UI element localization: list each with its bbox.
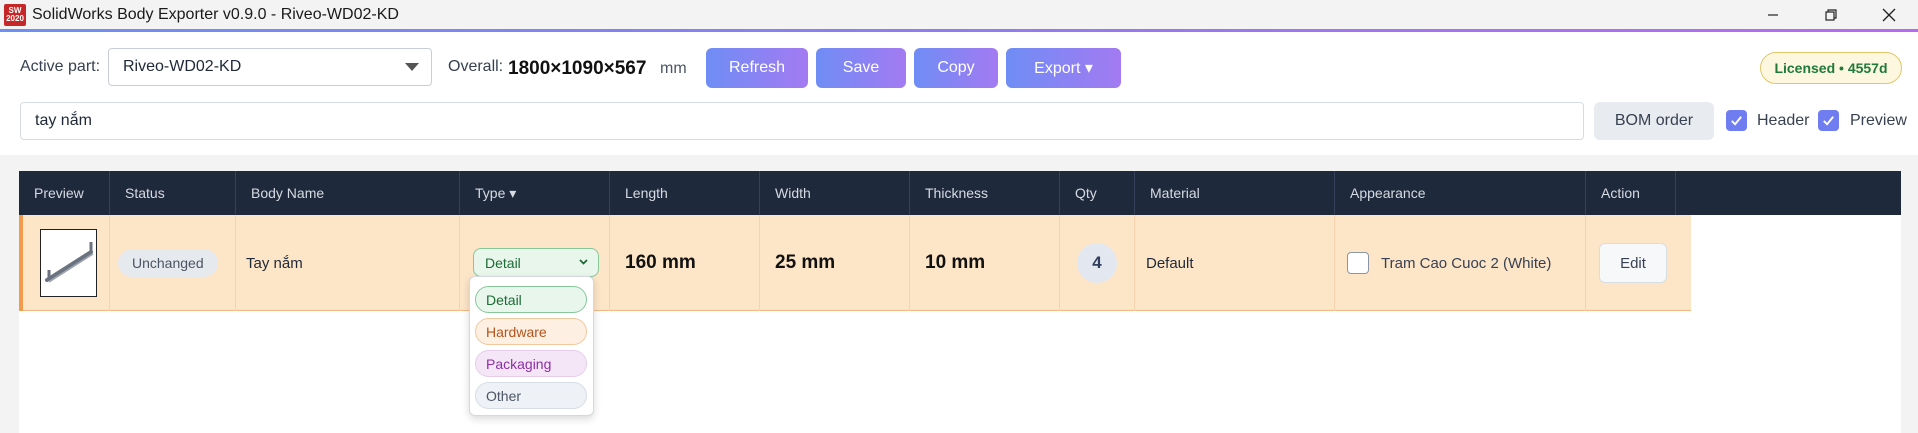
width-cell: 25 mm	[760, 215, 910, 311]
save-button[interactable]: Save	[816, 48, 906, 88]
column-header-type[interactable]: Type ▾	[460, 171, 610, 215]
body-name: Tay nắm	[246, 254, 303, 272]
column-header-qty[interactable]: Qty	[1060, 171, 1135, 215]
window-title: SolidWorks Body Exporter v0.9.0 - Riveo-…	[32, 6, 399, 23]
refresh-button[interactable]: Refresh	[706, 48, 808, 88]
header-checkbox[interactable]	[1726, 110, 1747, 131]
appearance-value: Tram Cao Cuoc 2 (White)	[1381, 254, 1552, 272]
active-part-value: Riveo-WD02-KD	[123, 58, 242, 75]
table-header: Preview Status Body Name Type ▾ Length W…	[19, 171, 1901, 215]
export-button[interactable]: Export ▾	[1006, 48, 1121, 88]
material-cell: Default	[1135, 215, 1335, 311]
appearance-cell: Tram Cao Cuoc 2 (White)	[1335, 215, 1586, 311]
status-cell: Unchanged	[110, 215, 236, 311]
column-header-body-name[interactable]: Body Name	[236, 171, 460, 215]
type-option-detail[interactable]: Detail	[475, 286, 587, 313]
column-header-action[interactable]: Action	[1586, 171, 1676, 215]
active-part-select[interactable]: Riveo-WD02-KD	[108, 48, 432, 86]
length-cell: 160 mm	[610, 215, 760, 311]
overall-unit: mm	[660, 60, 687, 77]
license-badge: Licensed • 4557d	[1760, 52, 1902, 84]
type-option-packaging[interactable]: Packaging	[475, 350, 587, 377]
column-header-appearance[interactable]: Appearance	[1335, 171, 1586, 215]
thickness-cell: 10 mm	[910, 215, 1060, 311]
width-value: 25 mm	[775, 252, 836, 273]
dropdown-caret-icon	[405, 63, 419, 71]
qty-cell: 4	[1060, 215, 1135, 311]
type-select[interactable]: Detail	[473, 248, 599, 277]
status-badge: Unchanged	[118, 249, 218, 277]
active-part-label: Active part:	[20, 58, 101, 75]
overall-label: Overall:	[448, 58, 504, 75]
column-header-material[interactable]: Material	[1135, 171, 1335, 215]
close-icon[interactable]	[1860, 0, 1918, 30]
type-select-value: Detail	[485, 254, 521, 271]
thickness-value: 10 mm	[925, 252, 986, 273]
table-row[interactable]: Unchanged Tay nắm 160 mm 25 mm 10 mm 4 D…	[19, 215, 1691, 311]
preview-checkbox[interactable]	[1818, 110, 1839, 131]
column-header-preview[interactable]: Preview	[19, 171, 110, 215]
checkmark-icon	[1731, 116, 1742, 126]
preview-cell	[19, 215, 110, 311]
app-logo-icon: SW 2020	[4, 4, 26, 26]
appearance-checkbox[interactable]	[1347, 252, 1369, 274]
bodies-table: Preview Status Body Name Type ▾ Length W…	[19, 171, 1901, 433]
action-cell: Edit	[1586, 215, 1691, 311]
length-value: 160 mm	[625, 252, 696, 273]
search-input[interactable]: tay nắm	[20, 102, 1584, 140]
type-option-hardware[interactable]: Hardware	[475, 318, 587, 345]
column-header-length[interactable]: Length	[610, 171, 760, 215]
column-header-thickness[interactable]: Thickness	[910, 171, 1060, 215]
window-controls	[1744, 0, 1918, 30]
search-value: tay nắm	[35, 112, 92, 129]
restore-icon[interactable]	[1802, 0, 1860, 30]
preview-checkbox-label: Preview	[1850, 112, 1907, 129]
checkmark-icon	[1823, 116, 1834, 126]
minimize-icon[interactable]	[1744, 0, 1802, 30]
copy-button[interactable]: Copy	[914, 48, 998, 88]
qty-badge: 4	[1077, 243, 1117, 283]
bom-order-button[interactable]: BOM order	[1594, 102, 1714, 140]
column-header-status[interactable]: Status	[110, 171, 236, 215]
edit-button[interactable]: Edit	[1599, 243, 1667, 283]
type-option-other[interactable]: Other	[475, 382, 587, 409]
chevron-down-icon	[578, 256, 589, 270]
column-header-width[interactable]: Width	[760, 171, 910, 215]
header-checkbox-label: Header	[1757, 112, 1810, 129]
body-preview-thumbnail[interactable]	[40, 229, 97, 297]
type-dropdown-menu: Detail Hardware Packaging Other	[469, 276, 594, 416]
overall-dimensions: 1800×1090×567	[508, 58, 647, 79]
toolbar-panel: Active part: Riveo-WD02-KD Overall: 1800…	[0, 32, 1918, 155]
title-bar: SW 2020 SolidWorks Body Exporter v0.9.0 …	[0, 0, 1918, 30]
material-value: Default	[1146, 254, 1194, 272]
body-name-cell: Tay nắm	[236, 215, 460, 311]
